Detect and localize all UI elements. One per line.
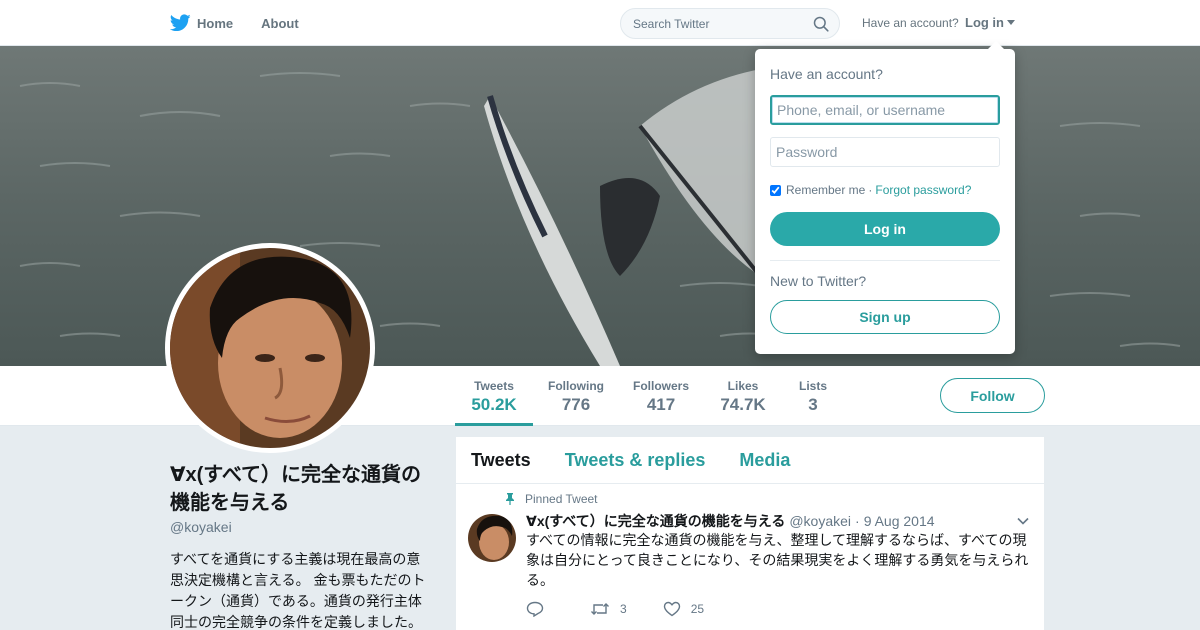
timeline: Tweets Tweets & replies Media Pinned Twe… [456,437,1044,630]
retweet-icon [591,603,609,615]
stat-label: Followers [632,379,689,393]
stat-value: 3 [808,395,818,414]
reply-icon [526,601,544,617]
tweet-text: すべての情報に完全な通貨の機能を与え、整理して理解するならば、すべての現象は自分… [526,532,1029,588]
retweet-count: 3 [620,602,627,616]
pin-icon [506,493,514,505]
tweet-actions: 3 25 [526,601,740,617]
forgot-password-link[interactable]: Forgot password? [875,183,971,197]
caret-down-icon [1007,20,1015,25]
search-input[interactable] [633,16,803,31]
login-dropdown: Have an account? Remember me · Forgot pa… [755,41,1015,354]
stat-label: Following [548,379,604,393]
like-count: 25 [690,602,705,616]
chevron-down-icon[interactable] [1017,515,1029,527]
dropdown-caret [988,41,1004,49]
account-prompt: Have an account? [862,16,959,30]
stat-value: 776 [561,395,591,414]
stat-value: 417 [646,395,676,414]
profile-handle[interactable]: @koyakei [170,519,232,535]
tweet-header: ∀x(すべて）に完全な通貨の機能を与える @koyakei · 9 Aug 20… [526,511,935,531]
tab-tweets-and-replies[interactable]: Tweets & replies [565,450,706,471]
stat-tweets[interactable]: Tweets 50.2K [455,366,533,426]
stat-label: Tweets [474,379,514,393]
stat-label: Likes [727,379,759,393]
home-label: Home [197,15,234,31]
timeline-tabs: Tweets Tweets & replies Media [456,437,1044,484]
profile-avatar[interactable] [165,243,375,453]
stat-value: 50.2K [471,395,517,414]
tab-tweets[interactable]: Tweets [471,450,531,471]
twitter-bird-icon [170,14,191,32]
signup-button[interactable]: Sign up [770,300,1000,334]
dropdown-divider [770,260,1000,261]
tweet-author-name[interactable]: ∀x(すべて）に完全な通貨の機能を与える [526,511,785,531]
password-field[interactable] [770,137,1000,167]
tweet-separator: · [855,513,860,529]
login-toggle-label: Log in [965,15,1004,30]
remember-me-checkbox[interactable] [770,184,781,196]
about-label: About [261,15,299,31]
nav-about-link[interactable]: About [261,16,299,31]
reply-action[interactable] [526,601,554,617]
pinned-tweet[interactable]: Pinned Tweet ∀x(すべて）に完全な通貨の機能を与える @koyak… [456,485,1044,630]
login-dropdown-toggle[interactable]: Log in [965,15,1015,30]
tab-media[interactable]: Media [739,450,790,471]
tweet-avatar[interactable] [468,514,516,562]
tweet-author-handle[interactable]: @koyakei [789,513,851,529]
remember-me-row: Remember me · Forgot password? [770,183,971,197]
pinned-label: Pinned Tweet [525,492,598,506]
stat-followers[interactable]: Followers 417 [626,366,696,426]
nav-left: Home About [170,0,327,46]
new-to-twitter-label: New to Twitter? [770,273,867,289]
stat-lists[interactable]: Lists 3 [790,366,836,426]
login-dropdown-title: Have an account? [770,66,883,82]
stat-value: 74.7K [720,395,766,414]
pinned-indicator: Pinned Tweet [504,492,598,506]
tweet-date[interactable]: 9 Aug 2014 [864,513,935,529]
follow-button[interactable]: Follow [940,378,1045,413]
stat-likes[interactable]: Likes 74.7K [712,366,774,426]
like-action[interactable]: 25 [663,601,704,617]
login-button[interactable]: Log in [770,212,1000,246]
username-field[interactable] [770,95,1000,125]
stat-following[interactable]: Following 776 [540,366,612,426]
avatar-photo [170,248,370,448]
retweet-action[interactable]: 3 [590,601,627,617]
nav-home-link[interactable]: Home [170,14,233,32]
stat-label: Lists [798,379,827,393]
top-navigation-bar: Home About Have an account? Log in [0,0,1200,46]
remember-me-label[interactable]: Remember me [786,183,865,197]
heart-icon [663,601,680,617]
search-box [620,8,840,39]
tweet-avatar-photo [468,514,516,562]
remember-separator: · [868,183,873,197]
profile-display-name: ∀x(すべて）に完全な通貨の機能を与える [170,464,422,514]
profile-bio: すべてを通貨にする主義は現在最高の意思決定機構と言える。 金も票もただのトークン… [170,551,426,630]
search-icon[interactable] [813,16,829,32]
